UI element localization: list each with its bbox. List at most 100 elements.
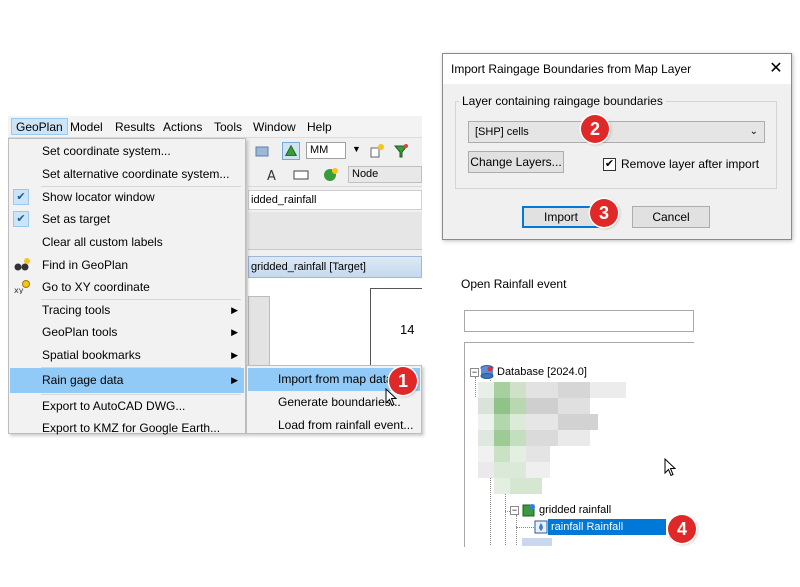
menu-item-label: Clear all custom labels: [42, 235, 163, 249]
object-type-dropdown[interactable]: Node: [348, 166, 422, 183]
obscured-tree-items: [478, 382, 628, 502]
menu-geoplan[interactable]: GeoPlan: [11, 118, 68, 135]
layer-select[interactable]: [SHP] cells ⌄: [468, 121, 765, 143]
menu-item-label: Set as target: [42, 212, 111, 226]
object-type-value: Node: [352, 168, 379, 180]
close-icon[interactable]: ✕: [765, 58, 787, 80]
xy-pin-icon: xy: [14, 280, 30, 294]
menu-item-set-alt-coordinate-system[interactable]: Set alternative coordinate system...: [10, 163, 244, 185]
menu-actions[interactable]: Actions: [159, 119, 206, 136]
menu-item-go-to-xy[interactable]: xy Go to XY coordinate: [10, 276, 244, 298]
menu-item-geoplan-tools[interactable]: GeoPlan tools ▶: [10, 321, 244, 343]
menu-item-label: Export to AutoCAD DWG...: [42, 399, 186, 413]
change-layers-button[interactable]: Change Layers...: [468, 151, 564, 173]
remove-layer-checkbox[interactable]: ✔: [603, 158, 616, 171]
svg-text:A: A: [267, 169, 276, 184]
menu-item-spatial-bookmarks[interactable]: Spatial bookmarks ▶: [10, 344, 244, 366]
import-button[interactable]: Import: [522, 206, 600, 228]
submenu-load-from-rainfall-event[interactable]: Load from rainfall event...: [248, 414, 420, 437]
submenu-arrow-icon: ▶: [231, 305, 238, 315]
menu-item-export-kmz[interactable]: Export to KMZ for Google Earth...: [10, 417, 244, 439]
gridded-rainfall-icon: [522, 504, 535, 517]
menu-item-rain-gage-data[interactable]: Rain gage data ▶: [10, 368, 244, 393]
tree-item-database[interactable]: Database [2024.0]: [497, 366, 587, 378]
menu-item-show-locator-window[interactable]: ✔ Show locator window: [10, 186, 244, 208]
menu-item-label: Tracing tools: [42, 303, 111, 317]
tree-collapse-icon[interactable]: −: [510, 506, 519, 515]
tree-item-rainfall-intensity[interactable]: rainfall Rainfall intensity: [548, 519, 666, 549]
geoplan-dropdown-menu: Set coordinate system... Set alternative…: [8, 138, 246, 435]
menu-item-label: Go to XY coordinate: [42, 280, 150, 294]
geoplan-window-title[interactable]: gridded_rainfall [Target]: [248, 256, 422, 278]
menu-item-label: Spatial bookmarks: [42, 348, 141, 362]
menu-item-set-coordinate-system[interactable]: Set coordinate system...: [10, 140, 244, 162]
tree-line: [516, 515, 517, 545]
chevron-down-icon[interactable]: ▼: [352, 144, 361, 154]
geoplan-title-text: gridded_rainfall [Target]: [251, 261, 366, 273]
menu-help[interactable]: Help: [303, 119, 336, 136]
menu-item-label: GeoPlan tools: [42, 325, 118, 339]
text-annotation-icon[interactable]: A: [264, 166, 282, 184]
step-badge-4: 4: [668, 515, 696, 543]
tree-collapse-icon[interactable]: −: [470, 368, 479, 377]
dialog-title: Import Raingage Boundaries from Map Laye…: [443, 54, 791, 84]
rainfall-search-input[interactable]: [464, 310, 694, 332]
menu-bar: GeoPlan Model Results Actions Tools Wind…: [8, 116, 422, 138]
menu-results[interactable]: Results: [111, 119, 159, 136]
database-icon: [480, 365, 494, 379]
toolbar-second: A Node: [248, 163, 422, 187]
tree-line: [516, 527, 534, 528]
layer-select-value: [SHP] cells: [475, 126, 529, 138]
menu-item-set-as-target[interactable]: ✔ Set as target: [10, 208, 244, 230]
polygon-tool-icon[interactable]: [282, 142, 300, 160]
units-value: MM: [310, 144, 329, 156]
submenu-arrow-icon: ▶: [231, 327, 238, 337]
menu-item-label: Rain gage data: [42, 373, 124, 387]
menu-item-tracing-tools[interactable]: Tracing tools ▶: [10, 299, 244, 321]
checkmark-icon: ✔: [13, 211, 29, 227]
filter-icon[interactable]: [392, 142, 410, 160]
menu-item-label: Show locator window: [42, 190, 155, 204]
new-label-icon[interactable]: [368, 142, 386, 160]
network-name-field: idded_rainfall: [248, 190, 422, 210]
menu-item-label: Set coordinate system...: [42, 144, 171, 158]
menu-model[interactable]: Model: [66, 119, 107, 136]
open-rainfall-event-label: Open Rainfall event: [461, 277, 567, 291]
step-badge-1: 1: [389, 367, 417, 395]
menu-item-label: Set alternative coordinate system...: [42, 167, 230, 181]
chevron-down-icon: ⌄: [749, 126, 758, 137]
cancel-button[interactable]: Cancel: [632, 206, 710, 228]
submenu-arrow-icon: ▶: [231, 350, 238, 360]
rainfall-event-icon: [534, 520, 548, 534]
checkmark-icon: ✔: [13, 189, 29, 205]
tree-item-gridded-rainfall[interactable]: gridded rainfall: [539, 504, 611, 516]
submenu-arrow-icon: ▶: [231, 375, 238, 385]
step-badge-2: 2: [581, 115, 609, 143]
step-badge-3: 3: [590, 199, 618, 227]
tree-line: [475, 377, 476, 397]
tracker-icon[interactable]: [322, 166, 340, 184]
map-side-panel: [248, 296, 270, 366]
layer-groupbox: [455, 101, 777, 189]
layer-group-label: Layer containing raingage boundaries: [459, 94, 666, 108]
keyboard-icon[interactable]: [292, 166, 310, 184]
svg-text:xy: xy: [14, 286, 24, 294]
network-name-text: idded_rainfall: [251, 194, 317, 206]
mouse-cursor-icon: [664, 458, 677, 477]
menu-window[interactable]: Window: [249, 119, 300, 136]
menu-item-label: Export to KMZ for Google Earth...: [42, 421, 221, 435]
submenu-item-label: Generate boundaries...: [278, 395, 401, 409]
units-dropdown[interactable]: MM: [306, 142, 346, 159]
menu-item-find-in-geoplan[interactable]: Find in GeoPlan: [10, 254, 244, 276]
menu-tools[interactable]: Tools: [210, 119, 246, 136]
remove-layer-label: Remove layer after import: [621, 157, 760, 171]
map-label: 14: [400, 322, 415, 337]
menu-item-export-autocad[interactable]: Export to AutoCAD DWG...: [10, 395, 244, 417]
submenu-item-label: Load from rainfall event...: [278, 418, 414, 432]
submenu-item-label: Import from map data...: [278, 372, 403, 386]
panel-strip: [248, 212, 422, 250]
menu-item-clear-custom-labels[interactable]: Clear all custom labels: [10, 231, 244, 253]
menu-item-label: Find in GeoPlan: [42, 258, 129, 272]
binoculars-icon: [14, 258, 30, 271]
layers-icon[interactable]: [254, 142, 272, 160]
